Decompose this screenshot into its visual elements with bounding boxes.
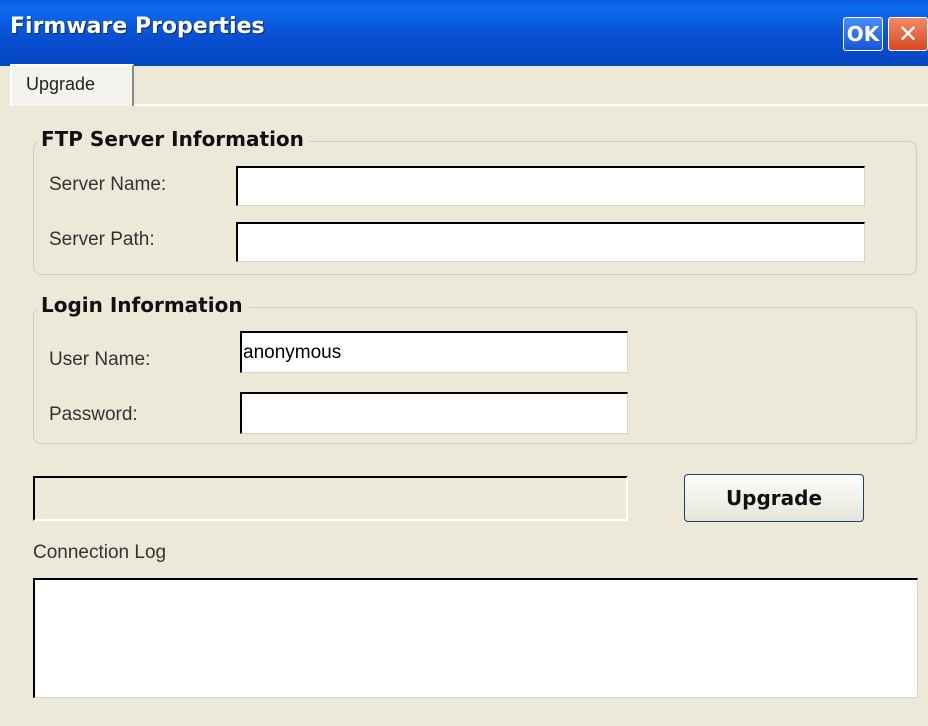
- password-label: Password:: [49, 404, 138, 425]
- user-name-input[interactable]: anonymous: [240, 331, 628, 373]
- connection-log-label: Connection Log: [33, 542, 167, 563]
- server-name-input[interactable]: [236, 166, 865, 206]
- tab-upgrade[interactable]: Upgrade: [10, 64, 134, 106]
- server-name-label: Server Name:: [49, 174, 167, 195]
- server-path-label: Server Path:: [49, 229, 155, 250]
- connection-log-textarea[interactable]: [33, 578, 918, 698]
- title-bar: Firmware Properties OK ✕: [0, 0, 928, 66]
- user-name-label: User Name:: [49, 349, 151, 370]
- upgrade-button[interactable]: Upgrade: [684, 474, 864, 522]
- tab-label: Upgrade: [26, 74, 96, 94]
- close-icon: ✕: [897, 20, 919, 48]
- upgrade-progress-bar: [33, 476, 628, 521]
- server-path-input[interactable]: [236, 222, 865, 262]
- close-button[interactable]: ✕: [888, 17, 928, 51]
- password-input[interactable]: [240, 392, 628, 434]
- login-group-title: Login Information: [37, 293, 249, 317]
- tab-strip-border: [134, 104, 928, 106]
- window-title: Firmware Properties: [10, 14, 265, 39]
- ok-button[interactable]: OK: [843, 17, 883, 51]
- ftp-server-group-title: FTP Server Information: [37, 127, 310, 151]
